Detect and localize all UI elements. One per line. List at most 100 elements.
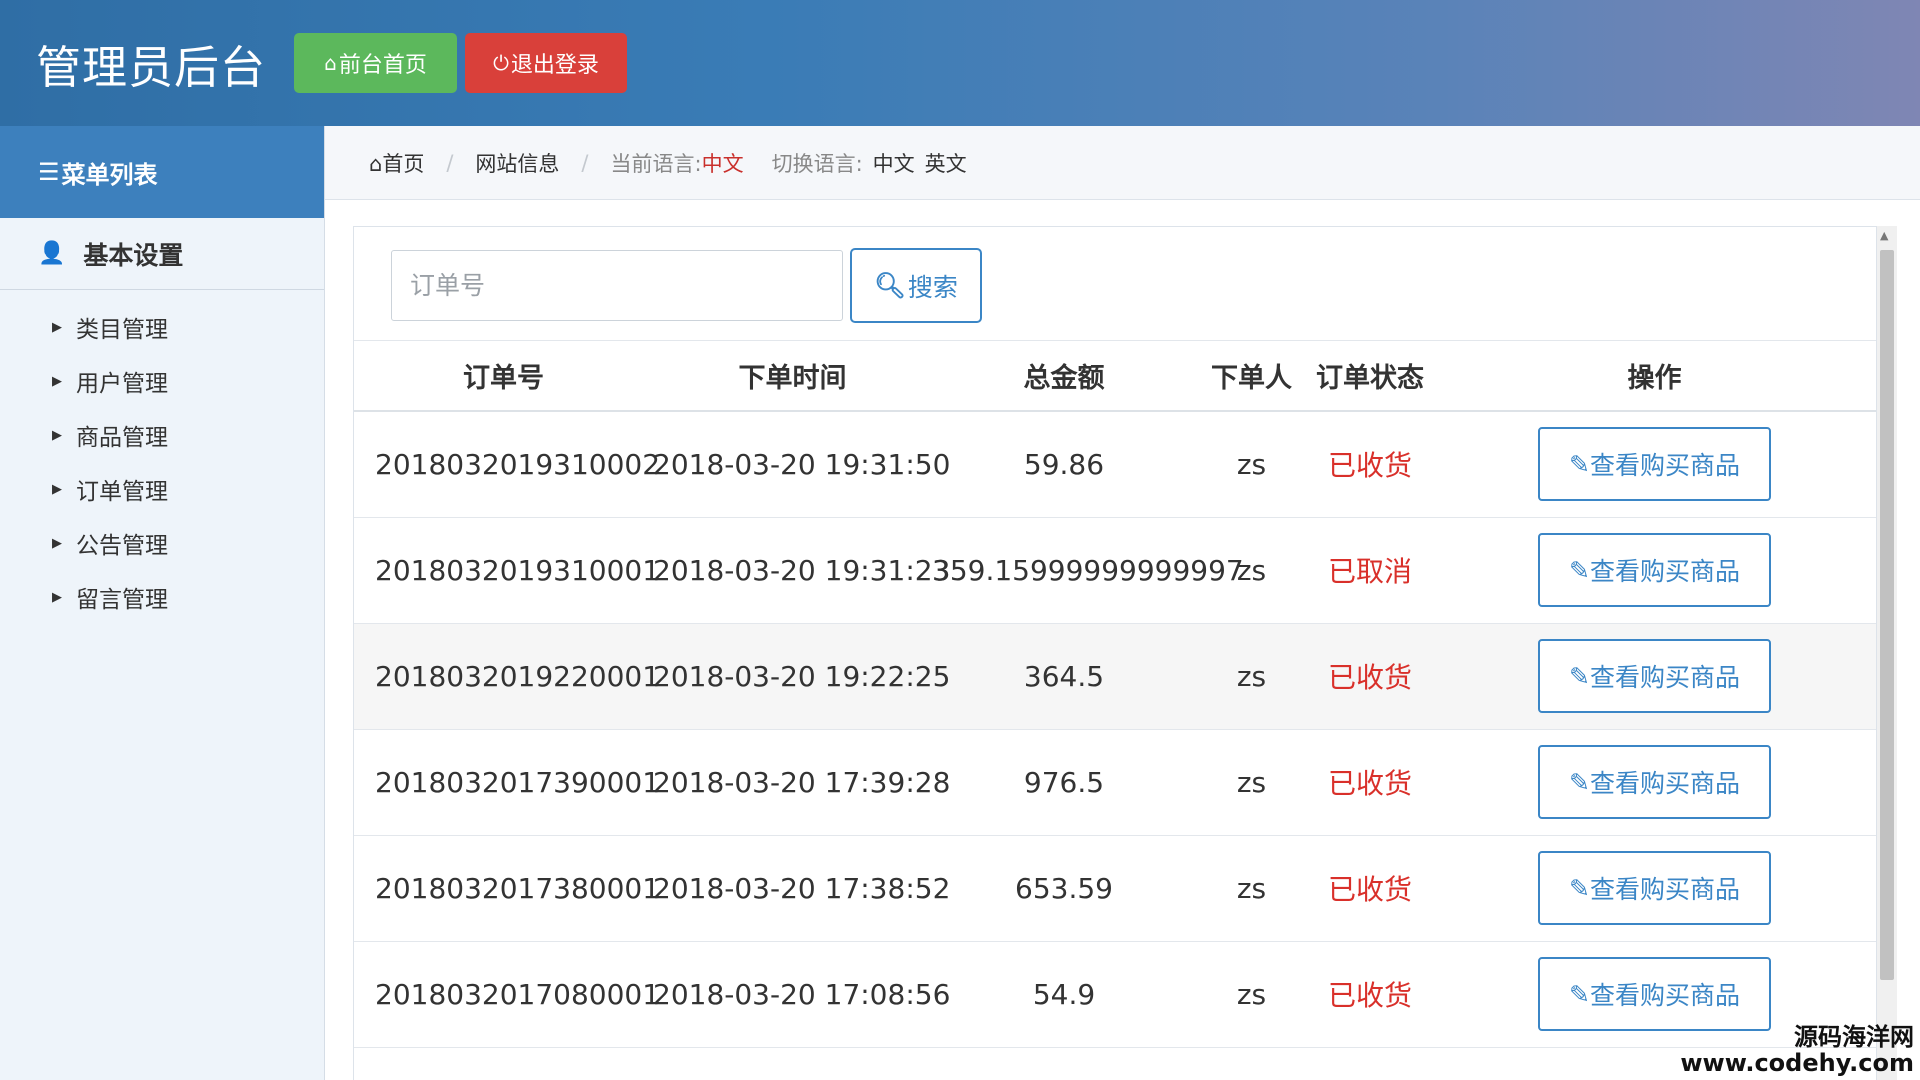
customer-cell: zs (1196, 411, 1307, 518)
actions-cell: ✎ 查看购买商品 (1433, 835, 1876, 942)
actions-cell: ✎ 查看购买商品 (1433, 517, 1876, 624)
column-header-customer: 下单人 (1196, 341, 1307, 412)
scrollbar-thumb[interactable] (1880, 250, 1894, 980)
customer-cell: zs (1196, 835, 1307, 942)
caret-right-icon: ▶ (52, 319, 62, 335)
sidebar-section-basic-settings[interactable]: 👤 基本设置 (0, 218, 324, 290)
view-button-label: 查看购买商品 (1589, 663, 1740, 692)
sidebar-item-category[interactable]: ▶ 类目管理 (0, 300, 324, 354)
table-row: 2018032019310002 2018-03-20 19:31:50 59.… (354, 411, 1876, 518)
sidebar-item-label: 商品管理 (76, 425, 168, 451)
customer-cell: zs (1196, 729, 1307, 836)
sidebar-item-label: 订单管理 (76, 479, 168, 505)
home-icon: ⌂ (324, 51, 337, 75)
sidebar-item-users[interactable]: ▶ 用户管理 (0, 354, 324, 408)
order-time-cell: 2018-03-20 19:31:50 (653, 411, 950, 518)
table-row: 2018032017390001 2018-03-20 17:39:28 976… (354, 729, 1876, 836)
view-purchased-items-button[interactable]: ✎ 查看购买商品 (1538, 427, 1771, 502)
sidebar-item-label: 公告管理 (76, 533, 168, 559)
watermark-line-1: 源码海洋网 (1794, 1023, 1914, 1051)
order-number-search-input[interactable] (391, 250, 843, 321)
view-button-label: 查看购买商品 (1589, 875, 1740, 904)
table-row: 2018032017380001 2018-03-20 17:38:52 653… (354, 835, 1876, 942)
actions-cell: ✎ 查看购买商品 (1433, 623, 1876, 730)
logout-button-label: 退出登录 (510, 53, 599, 78)
caret-right-icon: ▶ (52, 589, 62, 605)
breadcrumb-site-info[interactable]: 网站信息 (475, 148, 559, 178)
order-number-cell: 2018032019220001 (354, 623, 660, 730)
order-status-cell: 已收货 (1307, 941, 1433, 1048)
view-button-label: 查看购买商品 (1589, 451, 1740, 481)
edit-icon: ✎ (1569, 661, 1590, 691)
breadcrumb-separator: / (581, 150, 589, 175)
view-purchased-items-button[interactable]: ✎ 查看购买商品 (1538, 639, 1771, 713)
switch-language-label: 切换语言: (771, 151, 863, 176)
home-button[interactable]: ⌂ 前台首页 (294, 33, 458, 93)
home-button-label: 前台首页 (338, 53, 427, 78)
total-amount-cell: 54.9 (932, 941, 1196, 1048)
column-header-order-status: 订单状态 (1307, 341, 1433, 412)
user-icon: 👤 (38, 241, 66, 266)
column-header-order-time: 下单时间 (653, 341, 932, 412)
sidebar-item-orders[interactable]: ▶ 订单管理 (0, 462, 324, 516)
sidebar-item-messages[interactable]: ▶ 留言管理 (0, 570, 324, 624)
sidebar-item-notices[interactable]: ▶ 公告管理 (0, 516, 324, 570)
breadcrumb-home[interactable]: ⌂首页 (369, 148, 424, 178)
edit-icon: ✎ (1569, 873, 1590, 903)
order-time-cell: 2018-03-20 17:38:52 (653, 835, 950, 942)
total-amount-cell: 59.86 (932, 411, 1196, 518)
order-status-cell: 已收货 (1307, 623, 1433, 730)
order-number-cell: 2018032019310001 (354, 517, 660, 624)
view-purchased-items-button[interactable]: ✎ 查看购买商品 (1538, 533, 1771, 607)
current-language-label: 当前语言: (610, 151, 702, 176)
watermark: 源码海洋网 www.codehy.com (1680, 1024, 1914, 1076)
language-english-link[interactable]: 英文 (925, 148, 967, 178)
table-row: 2018032019310001 2018-03-20 19:31:23 359… (354, 517, 1876, 624)
scroll-up-arrow-icon[interactable]: ▲ (1880, 229, 1888, 242)
top-header: 管理员后台 ⌂ 前台首页 ⏻ 退出登录 (0, 0, 1920, 126)
logout-button[interactable]: ⏻ 退出登录 (465, 33, 628, 93)
sidebar-item-label: 类目管理 (76, 317, 168, 343)
order-time-cell: 2018-03-20 17:08:56 (653, 941, 950, 1048)
total-amount-cell: 359.15999999999997 (932, 517, 1244, 624)
column-header-order-number: 订单号 (354, 341, 653, 412)
view-purchased-items-button[interactable]: ✎ 查看购买商品 (1538, 957, 1771, 1031)
sidebar-heading-label: 菜单列表 (61, 160, 158, 189)
view-purchased-items-button[interactable]: ✎ 查看购买商品 (1538, 745, 1771, 819)
order-status-cell: 已收货 (1307, 411, 1433, 518)
order-time-cell: 2018-03-20 17:39:28 (653, 729, 950, 836)
view-purchased-items-button[interactable]: ✎ 查看购买商品 (1538, 851, 1771, 925)
total-amount-cell: 653.59 (932, 835, 1196, 942)
order-status-cell: 已收货 (1307, 835, 1433, 942)
sidebar-item-products[interactable]: ▶ 商品管理 (0, 408, 324, 462)
list-icon: ☰ (38, 158, 60, 186)
view-button-label: 查看购买商品 (1589, 557, 1740, 586)
sidebar: ☰ 菜单列表 👤 基本设置 ▶ 类目管理 ▶ 用户管理 ▶ 商品管理 ▶ 订单管理 ▶ 公… (0, 126, 325, 1080)
breadcrumb-separator: / (446, 150, 454, 175)
order-time-cell: 2018-03-20 19:22:25 (653, 623, 950, 730)
order-status-cell: 已收货 (1307, 729, 1433, 836)
order-number-cell: 2018032017390001 (354, 729, 660, 836)
view-button-label: 查看购买商品 (1589, 981, 1740, 1010)
caret-right-icon: ▶ (52, 373, 62, 389)
table-row: 2018032017080001 2018-03-20 17:08:56 54.… (354, 941, 1876, 1048)
order-status-cell: 已取消 (1307, 517, 1433, 624)
column-header-total-amount: 总金额 (932, 341, 1196, 412)
edit-icon: ✎ (1569, 555, 1590, 585)
table-header-row: 订单号 下单时间 总金额 下单人 订单状态 操作 (354, 341, 1876, 412)
app-title: 管理员后台 (36, 40, 267, 94)
orders-table: 订单号 下单时间 总金额 下单人 订单状态 操作 201803201931000… (354, 341, 1876, 1048)
breadcrumb: ⌂首页 / 网站信息 / 当前语言: 中文 切换语言: 中文 英文 (325, 126, 1920, 200)
sidebar-section-label: 基本设置 (83, 240, 184, 270)
language-chinese-link[interactable]: 中文 (873, 148, 915, 178)
column-header-actions: 操作 (1433, 341, 1876, 412)
search-icon: 🔍︎ (874, 270, 906, 300)
power-icon: ⏻ (493, 51, 509, 75)
order-number-cell: 2018032019310002 (354, 411, 660, 518)
sidebar-item-label: 用户管理 (76, 371, 168, 397)
sidebar-heading: ☰ 菜单列表 (0, 126, 324, 218)
search-button[interactable]: 🔍︎ 搜索 (850, 248, 982, 323)
caret-right-icon: ▶ (52, 535, 62, 551)
edit-icon: ✎ (1569, 767, 1590, 797)
edit-icon: ✎ (1569, 979, 1590, 1009)
